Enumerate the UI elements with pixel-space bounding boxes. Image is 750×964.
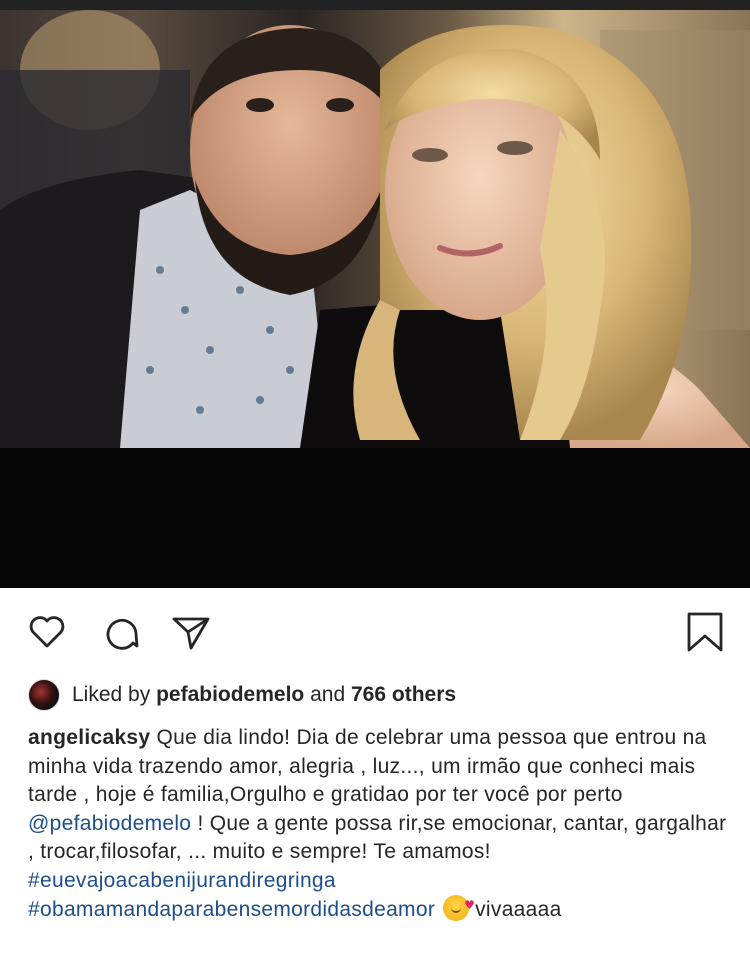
liked-by-and: and — [310, 683, 346, 706]
liked-by-prefix: Liked by — [72, 683, 151, 706]
status-bar — [0, 0, 750, 10]
like-button[interactable] — [25, 610, 69, 654]
selfie-image — [0, 10, 750, 448]
likes-summary: Liked by pefabiodemelo and 766 others — [28, 678, 456, 712]
comment-icon — [106, 618, 139, 650]
share-button[interactable] — [169, 610, 213, 654]
liked-by-user[interactable]: pefabiodemelo — [156, 683, 304, 707]
send-icon — [172, 617, 210, 650]
save-button[interactable] — [683, 610, 727, 654]
post-action-bar — [0, 600, 750, 666]
post-caption: angelicaksy Que dia lindo! Dia de celebr… — [28, 724, 728, 925]
post-photo[interactable] — [0, 10, 750, 448]
liker-avatar[interactable] — [28, 679, 60, 711]
hashtag-2[interactable]: #obamamandaparabensemordidasdeamor — [28, 898, 435, 921]
hashtag-1[interactable]: #euevajoacabenijurandiregringa — [28, 869, 336, 892]
liked-by-others[interactable]: 766 others — [351, 683, 456, 707]
smiling-face-with-hearts-icon — [443, 891, 475, 921]
caption-username[interactable]: angelicaksy — [28, 726, 150, 749]
caption-mention[interactable]: @pefabiodemelo — [28, 812, 191, 835]
photo-letterbox — [0, 448, 750, 588]
comment-button[interactable] — [99, 610, 143, 654]
bookmark-icon — [687, 612, 723, 652]
caption-end: vivaaaaa — [475, 898, 562, 921]
heart-icon — [29, 616, 65, 648]
